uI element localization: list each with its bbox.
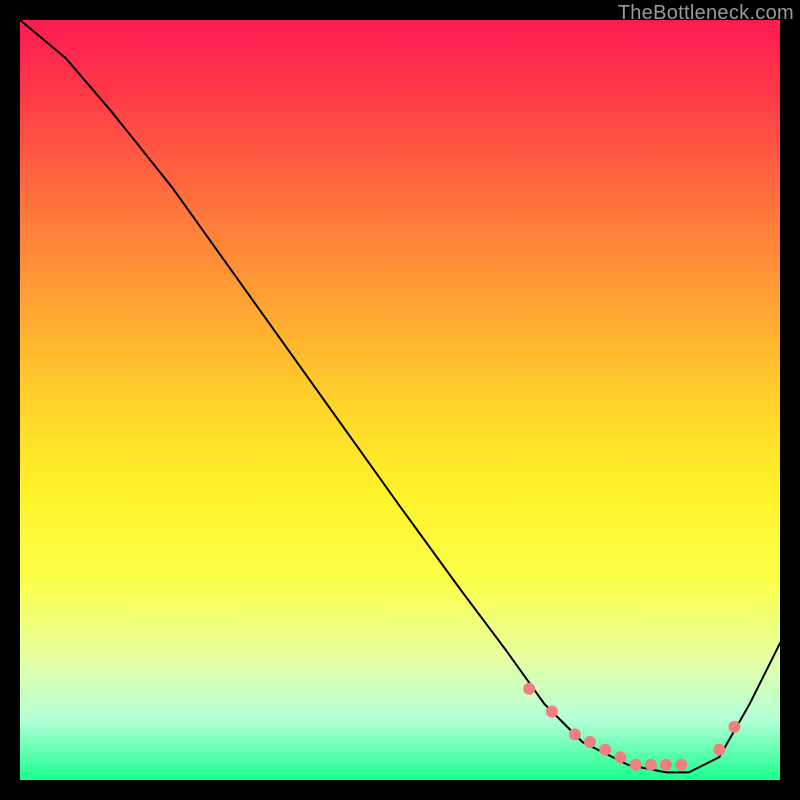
chart-frame (20, 20, 780, 780)
chart-background-gradient (20, 20, 780, 780)
watermark-text: TheBottleneck.com (618, 2, 794, 25)
